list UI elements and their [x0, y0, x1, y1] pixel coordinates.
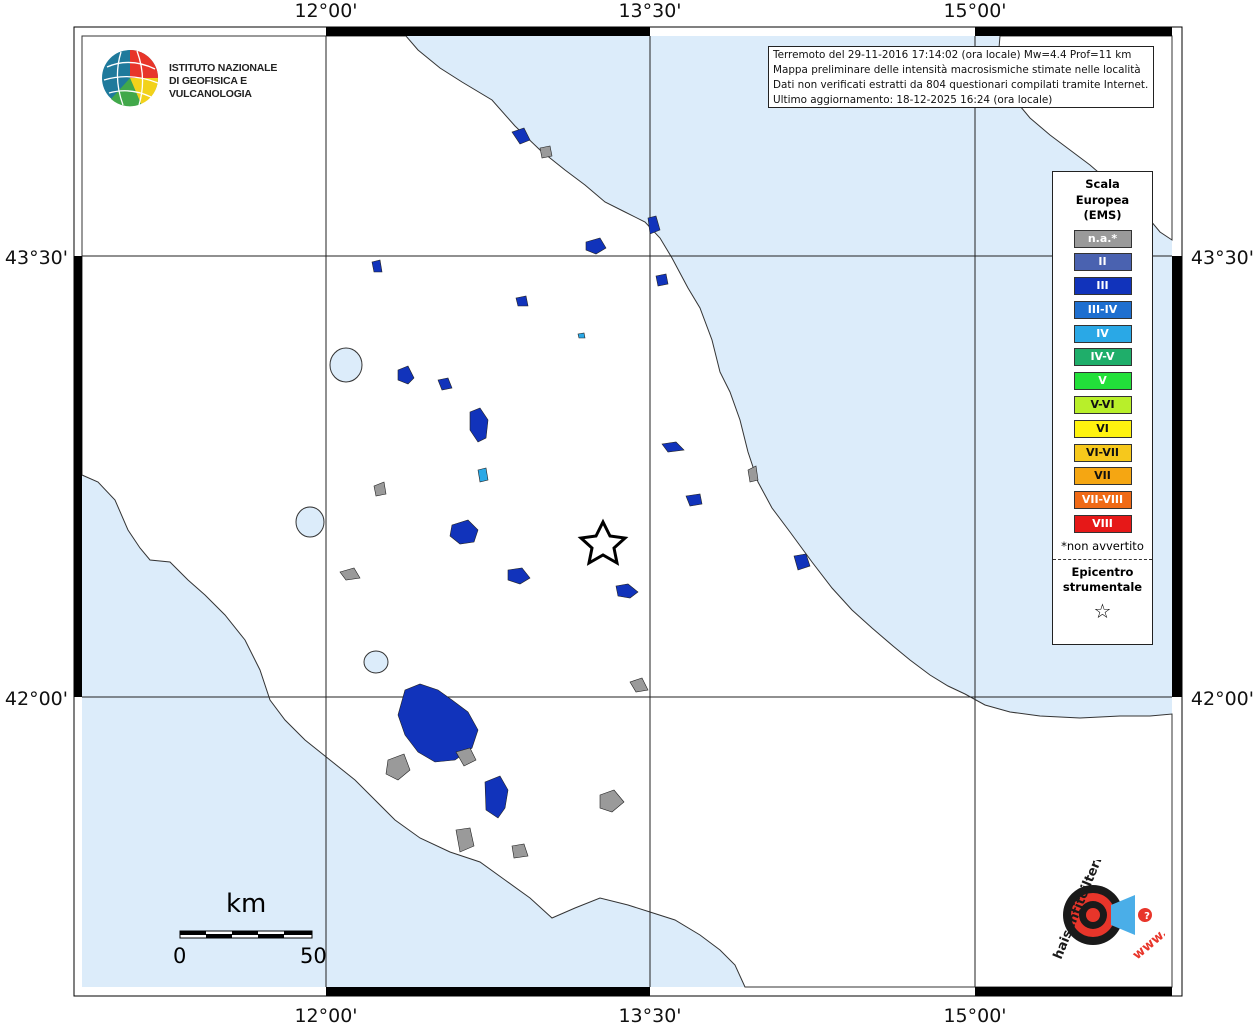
lat-label-right-2: 42°00' — [1191, 688, 1254, 710]
lon-label-top-3: 15°00' — [943, 0, 1006, 22]
scale-unit: km — [226, 889, 267, 919]
svg-text:?: ? — [1144, 911, 1150, 922]
legend-title-line2: Europea — [1075, 192, 1130, 207]
lake-trasimeno — [329, 347, 363, 383]
lake-bolsena — [295, 506, 325, 538]
lon-label-bottom-1: 12°00' — [294, 1005, 357, 1024]
legend-item-12: VIII — [1073, 515, 1132, 534]
info-line-2: Mappa preliminare delle intensità macros… — [773, 64, 1141, 76]
legend-item-4: IV — [1073, 324, 1132, 343]
legend-title-line3: (EMS) — [1083, 208, 1122, 222]
legend-item-8: VI — [1073, 419, 1132, 438]
hsit-logo-icon: ? haisentitoilterremoto.it www. — [1051, 796, 1171, 964]
area-blob-14 — [515, 295, 529, 307]
lat-label-right-1: 43°30' — [1191, 247, 1254, 269]
ingv-name-line1: ISTITUTO NAZIONALE — [169, 62, 278, 74]
legend-item-5: IV-V — [1073, 348, 1132, 367]
legend-item-0: n.a.* — [1073, 229, 1132, 248]
ingv-name-line2: DI GEOFISICA E VULCANOLOGIA — [169, 75, 252, 100]
legend-item-6: V — [1073, 372, 1132, 391]
event-info-box: Terremoto del 29-11-2016 17:14:02 (ora l… — [768, 46, 1154, 108]
legend-epicenter-line2: strumentale — [1062, 580, 1143, 595]
info-line-1: Terremoto del 29-11-2016 17:14:02 (ora l… — [773, 49, 1132, 61]
ems-legend: Scala Europea (EMS) n.a.* II III III-IV IV IV… — [1052, 171, 1153, 645]
scale-end: 50 — [300, 944, 327, 968]
lat-label-left-1: 43°30' — [5, 247, 68, 269]
ingv-globe-icon — [102, 50, 159, 107]
legend-item-9: VI-VII — [1073, 443, 1132, 462]
lon-label-bottom-3: 15°00' — [943, 1005, 1006, 1024]
legend-item-3: III-IV — [1073, 300, 1132, 319]
legend-title: Scala Europea (EMS) — [1053, 177, 1152, 224]
legend-item-1: II — [1073, 253, 1132, 272]
legend-note: *non avvertito — [1061, 538, 1144, 553]
area-blob-15 — [371, 259, 383, 273]
legend-item-11: VII-VIII — [1073, 491, 1132, 510]
legend-divider — [1053, 558, 1152, 560]
lat-label-left-2: 42°00' — [5, 688, 68, 710]
hsit-logo-www: www. — [1130, 926, 1165, 963]
legend-epicenter-label: Epicentro strumentale — [1053, 565, 1152, 596]
area-blob-16 — [655, 273, 669, 287]
info-line-4: Ultimo aggiornamento: 18-12-2025 16:24 (… — [773, 94, 1053, 106]
legend-title-line1: Scala — [1085, 177, 1120, 191]
lon-label-top-2: 13°30' — [618, 0, 681, 22]
legend-item-10: VII — [1073, 467, 1132, 486]
legend-star-icon: ☆ — [1093, 598, 1112, 623]
legend-item-7: V-VI — [1073, 396, 1132, 415]
legend-item-2: III — [1073, 277, 1132, 296]
scale-bar — [179, 930, 313, 939]
legend-items: n.a.* II III III-IV IV IV-V V V-VI VI VI-VII VII VI… — [1053, 229, 1152, 534]
scale-start: 0 — [173, 944, 187, 968]
lon-label-bottom-2: 13°30' — [618, 1005, 681, 1024]
ingv-logo: ISTITUTO NAZIONALE DI GEOFISICA E VULCAN… — [101, 47, 321, 109]
info-line-3: Dati non verificati estratti da 804 ques… — [773, 79, 1149, 91]
lake-bracciano — [363, 650, 389, 674]
legend-epicenter-line1: Epicentro — [1071, 564, 1134, 579]
lon-label-top-1: 12°00' — [294, 0, 357, 22]
hsit-logo: ? haisentitoilterremoto.it www. — [1025, 796, 1171, 970]
